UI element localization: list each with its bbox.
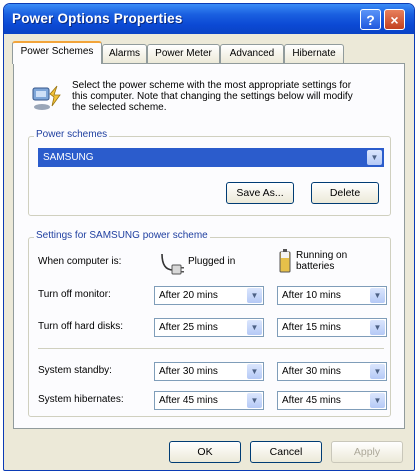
tab-alarms[interactable]: Alarms xyxy=(102,44,147,63)
ok-button[interactable]: OK xyxy=(169,441,241,463)
title-bar[interactable]: Power Options Properties ? × xyxy=(4,4,414,34)
setting-row-label: Turn off hard disks: xyxy=(38,321,124,332)
hard-disks-plugged-select[interactable]: After 25 mins ▼ xyxy=(154,318,264,337)
select-value: After 30 mins xyxy=(282,366,341,377)
tab-panel: Select the power scheme with the most ap… xyxy=(13,63,405,429)
delete-button[interactable]: Delete xyxy=(311,182,379,204)
tab-advanced[interactable]: Advanced xyxy=(220,44,284,63)
chevron-down-icon[interactable]: ▼ xyxy=(367,150,382,165)
intro-text: Select the power scheme with the most ap… xyxy=(72,80,397,113)
chevron-down-icon[interactable]: ▼ xyxy=(370,364,385,379)
when-computer-label: When computer is: xyxy=(38,256,122,267)
apply-button[interactable]: Apply xyxy=(331,441,403,463)
close-button[interactable]: × xyxy=(384,9,405,30)
hibernate-battery-select[interactable]: After 45 mins ▼ xyxy=(277,391,387,410)
dialog-window: Power Options Properties ? × Power Schem… xyxy=(3,3,415,471)
batteries-line: Running on xyxy=(296,250,348,261)
cancel-button[interactable]: Cancel xyxy=(250,441,322,463)
power-schemes-label: Power schemes xyxy=(34,129,110,140)
select-value: After 10 mins xyxy=(282,290,341,301)
help-icon: ? xyxy=(366,12,375,28)
tab-label: Power Meter xyxy=(155,48,212,59)
chevron-down-icon[interactable]: ▼ xyxy=(370,320,385,335)
setting-row-label: Turn off monitor: xyxy=(38,289,111,300)
plug-icon xyxy=(159,248,185,276)
divider xyxy=(38,348,384,349)
select-value: After 45 mins xyxy=(282,395,341,406)
setting-row-label: System hibernates: xyxy=(38,394,124,405)
intro-line: Select the power scheme with the most ap… xyxy=(72,80,352,91)
standby-plugged-select[interactable]: After 30 mins ▼ xyxy=(154,362,264,381)
tab-label: Power Schemes xyxy=(20,46,94,57)
select-value: After 20 mins xyxy=(159,290,218,301)
running-on-batteries-label: Running on batteries xyxy=(296,250,347,272)
delete-label: Delete xyxy=(329,187,361,199)
power-options-icon xyxy=(30,80,64,114)
tab-label: Hibernate xyxy=(292,48,336,59)
tab-label: Alarms xyxy=(108,48,141,59)
help-button[interactable]: ? xyxy=(360,9,381,30)
hard-disks-battery-select[interactable]: After 15 mins ▼ xyxy=(277,318,387,337)
monitor-plugged-select[interactable]: After 20 mins ▼ xyxy=(154,286,264,305)
select-value: After 25 mins xyxy=(159,322,218,333)
chevron-down-icon[interactable]: ▼ xyxy=(370,393,385,408)
tab-hibernate[interactable]: Hibernate xyxy=(284,44,344,63)
plugged-in-label: Plugged in xyxy=(188,256,236,267)
settings-group-label: Settings for SAMSUNG power scheme xyxy=(34,230,210,241)
window-title: Power Options Properties xyxy=(12,11,183,26)
cancel-label: Cancel xyxy=(269,446,303,458)
chevron-down-icon[interactable]: ▼ xyxy=(247,288,262,303)
standby-battery-select[interactable]: After 30 mins ▼ xyxy=(277,362,387,381)
chevron-down-icon[interactable]: ▼ xyxy=(370,288,385,303)
chevron-down-icon[interactable]: ▼ xyxy=(247,320,262,335)
batteries-line: batteries xyxy=(296,261,335,272)
monitor-battery-select[interactable]: After 10 mins ▼ xyxy=(277,286,387,305)
select-value: After 45 mins xyxy=(159,395,218,406)
intro-line: this computer. Note that changing the se… xyxy=(72,91,353,102)
power-scheme-select[interactable]: SAMSUNG ▼ xyxy=(38,148,384,167)
hibernate-plugged-select[interactable]: After 45 mins ▼ xyxy=(154,391,264,410)
close-icon: × xyxy=(390,12,399,28)
intro-line: the selected scheme. xyxy=(72,102,167,113)
setting-row-label: System standby: xyxy=(38,365,112,376)
save-as-button[interactable]: Save As... xyxy=(226,182,294,204)
tab-power-meter[interactable]: Power Meter xyxy=(147,44,220,63)
save-as-label: Save As... xyxy=(236,187,284,199)
battery-icon xyxy=(279,248,291,274)
chevron-down-icon[interactable]: ▼ xyxy=(247,393,262,408)
power-scheme-value: SAMSUNG xyxy=(43,152,94,163)
ok-label: OK xyxy=(197,446,213,458)
tab-label: Advanced xyxy=(229,48,275,59)
chevron-down-icon[interactable]: ▼ xyxy=(247,364,262,379)
select-value: After 30 mins xyxy=(159,366,218,377)
apply-label: Apply xyxy=(353,446,381,458)
tab-power-schemes[interactable]: Power Schemes xyxy=(12,41,102,64)
select-value: After 15 mins xyxy=(282,322,341,333)
